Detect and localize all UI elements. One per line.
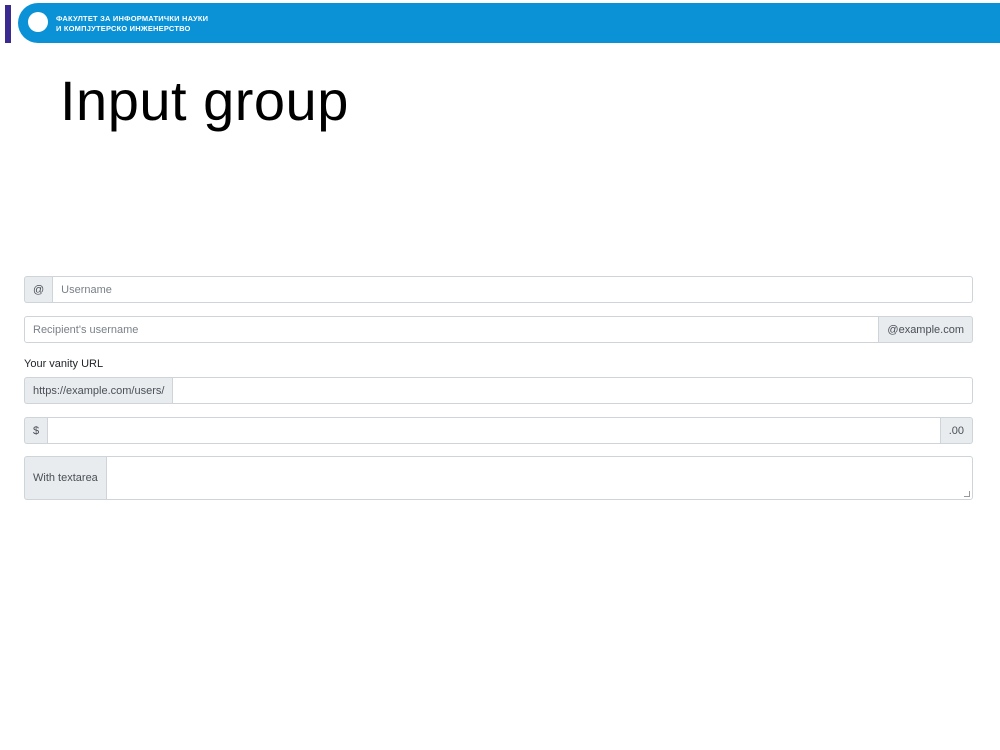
cents-suffix-addon: .00 <box>940 417 973 444</box>
at-prefix-addon: @ <box>24 276 53 303</box>
resize-handle-icon[interactable] <box>964 491 970 497</box>
example-domain-addon: @example.com <box>879 316 973 343</box>
textarea-input-group: With textarea <box>24 456 973 500</box>
faculty-name-line1: ФАКУЛТЕТ ЗА ИНФОРМАТИЧКИ НАУКИ <box>56 14 209 23</box>
textarea-prefix-addon: With textarea <box>24 456 106 500</box>
amount-input-group: $ .00 <box>24 417 973 444</box>
header-bar: ФАКУЛТЕТ ЗА ИНФОРМАТИЧКИ НАУКИ И КОМПЈУТ… <box>0 0 1000 45</box>
header-accent-strip <box>5 5 11 43</box>
vanity-url-input[interactable] <box>172 377 973 404</box>
vanity-url-input-group: https://example.com/users/ <box>24 377 973 404</box>
textarea-input[interactable] <box>105 456 973 500</box>
vanity-url-label: Your vanity URL <box>24 358 104 370</box>
faculty-logo-icon <box>28 12 48 32</box>
recipient-username-input[interactable]: Recipient's username <box>24 316 880 343</box>
recipient-input-group: Recipient's username @example.com <box>24 316 973 343</box>
amount-input[interactable] <box>47 417 941 444</box>
username-input-group: @ Username <box>24 276 973 303</box>
dollar-prefix-addon: $ <box>24 417 48 444</box>
page-title: Input group <box>60 69 349 132</box>
faculty-name: ФАКУЛТЕТ ЗА ИНФОРМАТИЧКИ НАУКИ И КОМПЈУТ… <box>56 14 208 34</box>
username-input[interactable]: Username <box>52 276 973 303</box>
url-prefix-addon: https://example.com/users/ <box>24 377 173 404</box>
faculty-name-line2: И КОМПЈУТЕРСКО ИНЖЕНЕРСТВО <box>56 24 191 33</box>
